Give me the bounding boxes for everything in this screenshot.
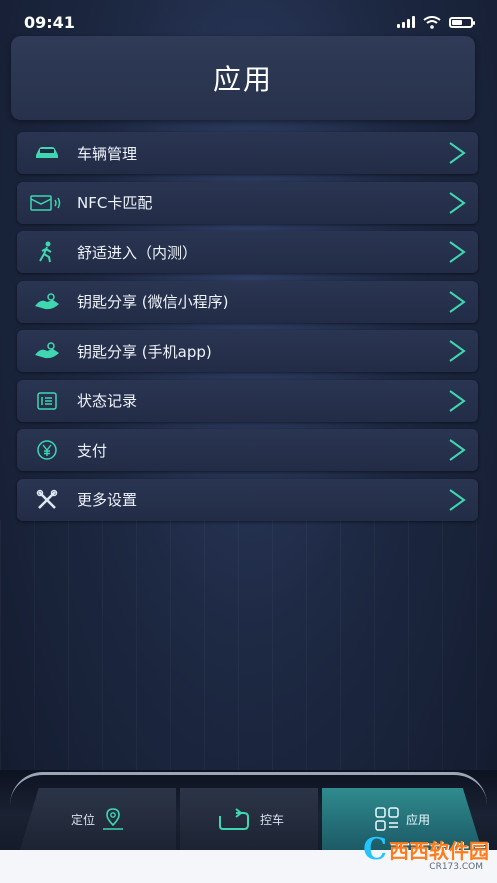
menu-item-nfc-card[interactable]: NFC卡匹配 — [17, 181, 478, 224]
watermark-text: 西西软件园 — [389, 839, 489, 863]
chevron-right-icon — [449, 389, 466, 412]
menu-item-label: NFC卡匹配 — [77, 194, 153, 212]
tools-icon — [27, 488, 67, 512]
key-share-icon — [27, 290, 67, 314]
menu-item-label: 支付 — [77, 441, 108, 460]
car-icon — [27, 141, 67, 165]
page-title: 应用 — [212, 63, 273, 96]
menu-item-label: 钥匙分享 (手机app) — [77, 342, 212, 361]
wifi-icon — [423, 15, 441, 29]
battery-icon — [449, 16, 475, 28]
tab-label: 应用 — [405, 812, 430, 827]
chevron-right-icon — [449, 290, 466, 313]
menu-item-comfort-entry[interactable]: 舒适进入（内测） — [17, 231, 478, 273]
menu-item-key-share-wechat[interactable]: 钥匙分享 (微信小程序) — [17, 280, 478, 323]
menu-item-key-share-app[interactable]: 钥匙分享 (手机app) — [17, 330, 478, 372]
chevron-right-icon — [449, 241, 466, 263]
signal-icon — [397, 16, 415, 28]
menu-item-label: 钥匙分享 (微信小程序) — [77, 293, 229, 311]
chevron-right-icon — [449, 488, 466, 511]
loop-arrow-icon — [218, 808, 249, 830]
menu-item-more-settings[interactable]: 更多设置 — [17, 478, 478, 521]
record-icon — [27, 389, 67, 413]
menu-item-vehicle-management[interactable]: 车辆管理 — [17, 132, 478, 174]
chevron-right-icon — [449, 191, 466, 214]
yen-payment-icon — [27, 438, 67, 462]
chevron-right-icon — [449, 142, 466, 164]
key-share-icon — [27, 339, 67, 363]
tab-label: 控车 — [259, 812, 284, 827]
chevron-right-icon — [449, 439, 466, 461]
nfc-card-icon — [27, 191, 67, 215]
chevron-right-icon — [449, 340, 466, 362]
header-card: 应用 — [11, 36, 475, 120]
status-icons — [397, 15, 475, 29]
watermark-url: CR173.COM — [429, 862, 483, 872]
menu-item-label: 舒适进入（内测） — [77, 243, 198, 262]
menu-item-status-records[interactable]: 状态记录 — [17, 379, 478, 422]
walking-person-icon — [27, 240, 67, 264]
menu-item-label: 更多设置 — [77, 491, 138, 509]
tab-locate[interactable]: 定位 — [20, 788, 176, 850]
watermark-c-icon: C — [363, 832, 387, 867]
menu-item-label: 状态记录 — [77, 392, 138, 410]
menu-item-label: 车辆管理 — [77, 144, 138, 163]
apps-grid-icon — [375, 807, 399, 831]
background-grid — [0, 520, 497, 780]
location-pin-icon — [103, 808, 123, 830]
status-time: 09:41 — [24, 12, 75, 32]
tab-control[interactable]: 控车 — [180, 788, 318, 850]
tab-label: 定位 — [70, 812, 95, 827]
app-menu: 车辆管理 NFC卡匹配 舒适进入（内测） 钥匙分享 (微信小程序) 钥匙分享 (… — [17, 132, 478, 528]
menu-item-payment[interactable]: 支付 — [17, 429, 478, 471]
